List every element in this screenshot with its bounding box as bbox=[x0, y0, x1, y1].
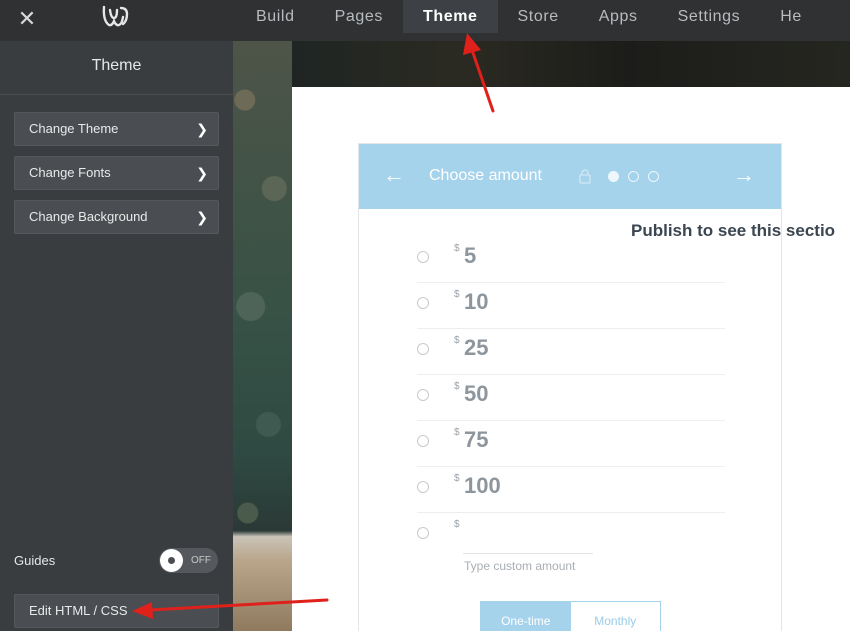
currency-symbol: $ bbox=[454, 427, 460, 438]
amount-option[interactable]: $ 25 bbox=[417, 329, 725, 375]
radio-button[interactable] bbox=[417, 297, 429, 309]
close-icon[interactable]: ✕ bbox=[14, 6, 40, 32]
step-dot-1 bbox=[608, 171, 619, 182]
guides-toggle[interactable]: OFF bbox=[159, 548, 218, 573]
radio-button[interactable] bbox=[417, 251, 429, 263]
nav-apps[interactable]: Apps bbox=[579, 0, 658, 33]
amount-value: 50 bbox=[464, 381, 489, 406]
amount-value: 100 bbox=[464, 473, 501, 498]
toggle-knob bbox=[160, 549, 183, 572]
step-dot-2 bbox=[628, 171, 639, 182]
site-preview: ← Choose amount → $ 5 $ 10 $ 25 $ 50 $ 7… bbox=[233, 41, 850, 631]
nav-theme[interactable]: Theme bbox=[402, 0, 498, 33]
amount-value: 25 bbox=[464, 335, 489, 360]
amount-value: 10 bbox=[464, 289, 489, 314]
radio-button[interactable] bbox=[417, 435, 429, 447]
widget-title: Choose amount bbox=[429, 167, 542, 184]
monthly-button[interactable]: Monthly bbox=[570, 602, 660, 631]
chevron-right-icon: ❯ bbox=[196, 121, 208, 137]
header-image bbox=[292, 41, 850, 87]
widget-header: ← Choose amount → bbox=[359, 144, 781, 209]
toggle-state-label: OFF bbox=[191, 555, 211, 566]
amount-value: 75 bbox=[464, 427, 489, 452]
amount-option[interactable]: $ 10 bbox=[417, 283, 725, 329]
currency-symbol: $ bbox=[454, 289, 460, 300]
change-theme-label: Change Theme bbox=[29, 121, 119, 136]
edit-html-css-label: Edit HTML / CSS bbox=[29, 603, 128, 618]
frequency-toggle: One-time Monthly bbox=[480, 601, 661, 631]
amount-option[interactable]: $ 100 bbox=[417, 467, 725, 513]
change-fonts-button[interactable]: Change Fonts ❯ bbox=[14, 156, 219, 190]
change-background-label: Change Background bbox=[29, 209, 148, 224]
currency-symbol: $ bbox=[454, 335, 460, 346]
theme-sidebar: Theme Change Theme ❯ Change Fonts ❯ Chan… bbox=[0, 41, 233, 631]
currency-symbol: $ bbox=[454, 519, 460, 530]
chevron-right-icon: ❯ bbox=[196, 209, 208, 225]
nav-help[interactable]: He bbox=[760, 0, 822, 33]
weebly-logo[interactable] bbox=[101, 4, 131, 30]
radio-button[interactable] bbox=[417, 527, 429, 539]
radio-button[interactable] bbox=[417, 343, 429, 355]
change-fonts-label: Change Fonts bbox=[29, 165, 111, 180]
step-indicator bbox=[608, 171, 668, 182]
radio-button[interactable] bbox=[417, 481, 429, 493]
main-nav: Build Pages Theme Store Apps Settings He bbox=[236, 0, 822, 33]
amount-option[interactable]: $ 50 bbox=[417, 375, 725, 421]
currency-symbol: $ bbox=[454, 243, 460, 254]
lock-icon bbox=[579, 169, 591, 184]
one-time-button[interactable]: One-time bbox=[481, 602, 571, 631]
nav-build[interactable]: Build bbox=[236, 0, 315, 33]
currency-symbol: $ bbox=[454, 473, 460, 484]
arrow-right-icon[interactable]: → bbox=[733, 162, 755, 188]
amount-option[interactable]: $ 75 bbox=[417, 421, 725, 467]
amount-option[interactable]: $ 5 bbox=[417, 237, 725, 283]
currency-symbol: $ bbox=[454, 381, 460, 392]
custom-amount-input[interactable] bbox=[463, 553, 593, 577]
chevron-right-icon: ❯ bbox=[196, 165, 208, 181]
guides-label: Guides bbox=[14, 553, 56, 568]
amount-value: 5 bbox=[464, 243, 477, 268]
change-background-button[interactable]: Change Background ❯ bbox=[14, 200, 219, 234]
arrow-left-icon[interactable]: ← bbox=[383, 162, 405, 188]
edit-html-css-button[interactable]: Edit HTML / CSS bbox=[14, 594, 219, 628]
top-bar: ✕ Build Pages Theme Store Apps Settings … bbox=[0, 0, 850, 41]
donation-widget: ← Choose amount → $ 5 $ 10 $ 25 $ 50 $ 7… bbox=[358, 143, 782, 631]
publish-notice: Publish to see this sectio bbox=[631, 221, 836, 240]
sidebar-title: Theme bbox=[0, 41, 233, 95]
radio-button[interactable] bbox=[417, 389, 429, 401]
background-photo bbox=[233, 41, 292, 631]
nav-pages[interactable]: Pages bbox=[315, 0, 403, 33]
nav-store[interactable]: Store bbox=[498, 0, 579, 33]
change-theme-button[interactable]: Change Theme ❯ bbox=[14, 112, 219, 146]
step-dot-3 bbox=[648, 171, 659, 182]
nav-settings[interactable]: Settings bbox=[658, 0, 761, 33]
